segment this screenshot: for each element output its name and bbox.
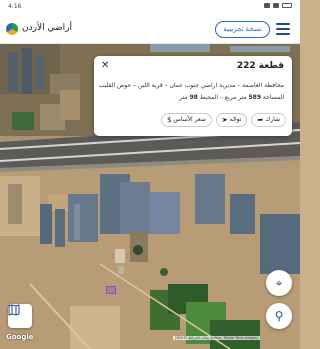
directions-button[interactable]: توجّه ➤ <box>215 113 248 127</box>
area-value: 589 <box>248 94 261 101</box>
locate-button[interactable]: ⌖ <box>266 270 292 296</box>
map-attribution[interactable]: بيانات الخرائط ©2025 Airbus, Maxar Techn… <box>172 336 260 340</box>
area-unit: متر مربع <box>224 94 247 101</box>
dollar-icon: $ <box>166 116 172 124</box>
app-bar: أراضي الأردن نسخة تجريبية <box>0 14 300 44</box>
status-bar: 4:16 <box>0 0 300 14</box>
parcel-title: قطعة 222 <box>236 61 284 71</box>
navigation-icon: ➤ <box>221 116 228 124</box>
app-logo <box>6 23 18 35</box>
app-title: أراضي الأردن <box>22 23 72 33</box>
share-icon: ➦ <box>257 116 264 124</box>
satellite-map[interactable]: قطعة 222 ✕ محافظة العاصمة – مديرية اراضي… <box>0 44 300 349</box>
share-button[interactable]: شارك ➦ <box>251 113 286 127</box>
status-time: 4:16 <box>8 3 22 10</box>
perimeter-label: المحيط <box>199 94 219 101</box>
map-layers-icon <box>8 304 20 316</box>
parcel-outline[interactable] <box>106 286 116 294</box>
close-icon[interactable]: ✕ <box>101 60 109 71</box>
signal-icon <box>264 3 270 8</box>
crosshair-icon: ⌖ <box>275 275 283 290</box>
parcel-actions: شارك ➦ توجّه ➤ سعر الأساس $ <box>160 113 286 127</box>
search-button[interactable]: ⚲ <box>266 303 292 329</box>
perimeter-unit: متر <box>179 94 188 101</box>
search-icon: ⚲ <box>274 309 284 323</box>
area-label: المساحة <box>262 94 284 101</box>
parcel-area-info: المساحة 589 متر مربع – المحيط 98 متر <box>179 94 284 101</box>
google-logo: Google <box>6 333 34 341</box>
parcel-location: محافظة العاصمة – مديرية اراضي جنوب عمان … <box>98 82 284 89</box>
parcel-info-card: قطعة 222 ✕ محافظة العاصمة – مديرية اراضي… <box>94 56 292 136</box>
base-price-button[interactable]: سعر الأساس $ <box>160 113 212 127</box>
battery-icon <box>282 3 292 8</box>
directions-label: توجّه <box>229 116 242 123</box>
base-price-label: سعر الأساس <box>173 116 206 123</box>
system-icons <box>264 3 292 8</box>
share-label: شارك <box>265 116 280 123</box>
hamburger-menu-icon[interactable] <box>276 23 290 35</box>
trial-version-button[interactable]: نسخة تجريبية <box>215 21 270 38</box>
layers-button[interactable] <box>8 304 32 328</box>
perimeter-value: 98 <box>189 94 198 101</box>
wifi-icon <box>273 3 279 8</box>
